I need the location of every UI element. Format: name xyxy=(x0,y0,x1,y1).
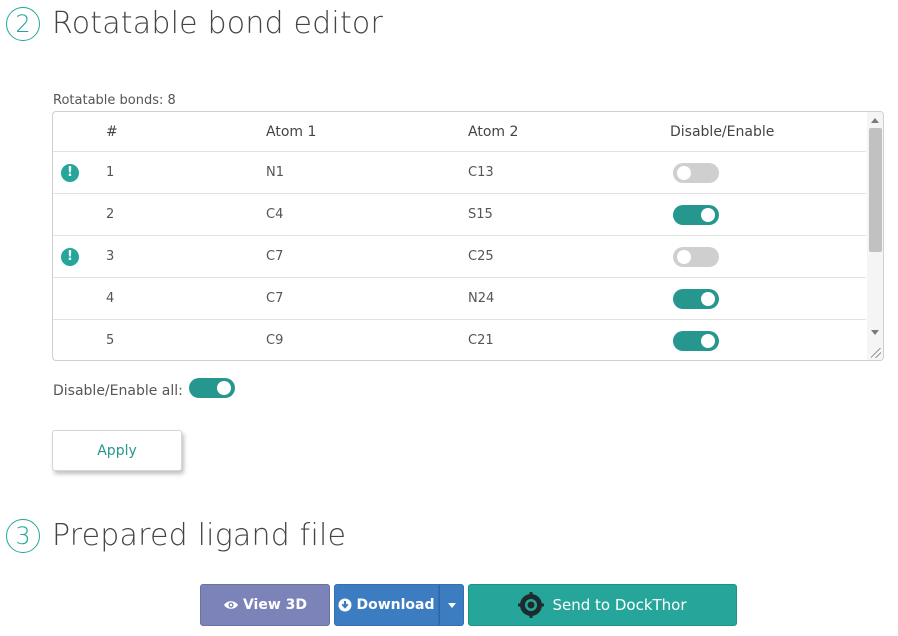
atom1-value: C7 xyxy=(266,291,284,306)
exclamation-circle-icon[interactable]: ! xyxy=(61,247,79,266)
toggle-cell xyxy=(673,278,719,319)
atom2-value: S15 xyxy=(468,207,493,222)
atom1-value: N1 xyxy=(266,165,284,180)
atom2-value: C25 xyxy=(468,249,494,264)
table-scrollbar[interactable] xyxy=(867,112,883,360)
warning-cell: ! xyxy=(61,236,79,277)
toggle-knob xyxy=(701,291,715,306)
atom2-value: N24 xyxy=(468,291,495,306)
atom2-value: C13 xyxy=(468,165,494,180)
atom1-value: C9 xyxy=(266,333,284,348)
header-atom2: Atom 2 xyxy=(468,123,519,140)
header-disable-enable: Disable/Enable xyxy=(670,123,775,140)
step-number-2: 2 xyxy=(6,6,40,41)
bond-toggle-switch[interactable] xyxy=(673,204,719,225)
toggle-knob xyxy=(677,249,691,264)
toggle-cell xyxy=(673,152,719,193)
dockthor-logo-icon xyxy=(518,592,545,618)
toggle-knob xyxy=(701,333,715,348)
table-row: 5 C9 C21 xyxy=(53,320,866,360)
download-dropdown-toggle[interactable] xyxy=(439,584,464,626)
bond-toggle-switch[interactable] xyxy=(673,288,719,309)
send-to-dockthor-button[interactable]: Send to DockThor xyxy=(468,584,737,626)
section-title: Rotatable bond editor xyxy=(52,6,383,41)
scroll-thumb[interactable] xyxy=(869,128,882,252)
table-row: 4 C7 N24 xyxy=(53,278,866,320)
toggle-all-row: Disable/Enable all: xyxy=(53,378,235,399)
section-prepared-ligand-file: 3 Prepared ligand file xyxy=(6,518,346,553)
bond-number: 1 xyxy=(106,165,115,180)
bond-number: 3 xyxy=(106,249,115,264)
scroll-down-arrow-icon[interactable] xyxy=(871,330,879,335)
bond-toggle-switch[interactable] xyxy=(673,246,719,267)
download-label: Download xyxy=(356,597,435,613)
atom1-value: C7 xyxy=(266,249,284,264)
resize-grip-icon[interactable] xyxy=(871,348,881,358)
table-row: ! 3 C7 C25 xyxy=(53,236,866,278)
caret-down-icon xyxy=(447,602,456,608)
toggle-cell xyxy=(673,194,719,235)
bond-toggle-switch[interactable] xyxy=(673,330,719,351)
bond-number: 4 xyxy=(106,291,115,306)
toggle-all-switch[interactable] xyxy=(188,378,235,398)
send-to-dockthor-label: Send to DockThor xyxy=(552,596,687,614)
bond-number: 5 xyxy=(106,333,115,348)
section-rotatable-bond-editor: 2 Rotatable bond editor xyxy=(6,6,383,41)
bond-toggle-switch[interactable] xyxy=(673,162,719,183)
toggle-knob xyxy=(216,381,231,395)
table-row: ! 1 N1 C13 xyxy=(53,152,866,194)
table-row: 2 C4 S15 xyxy=(53,194,866,236)
exclamation-circle-icon[interactable]: ! xyxy=(61,163,79,182)
view-3d-label: View 3D xyxy=(242,597,308,613)
rotatable-bonds-count: Rotatable bonds: 8 xyxy=(53,93,176,108)
bond-table: # Atom 1 Atom 2 Disable/Enable ! 1 N1 C13 2 C… xyxy=(52,111,884,361)
bond-number: 2 xyxy=(106,207,115,222)
atom1-value: C4 xyxy=(266,207,284,222)
toggle-knob xyxy=(701,207,715,222)
scroll-up-arrow-icon[interactable] xyxy=(871,118,879,123)
view-3d-button[interactable]: View 3D xyxy=(200,584,330,626)
atom2-value: C21 xyxy=(468,333,494,348)
table-header-row: # Atom 1 Atom 2 Disable/Enable xyxy=(53,112,866,152)
download-circle-icon xyxy=(338,598,352,612)
toggle-knob xyxy=(677,165,691,180)
apply-button[interactable]: Apply xyxy=(52,430,182,471)
section-title: Prepared ligand file xyxy=(52,518,347,553)
toggle-cell xyxy=(673,320,719,360)
toggle-all-label: Disable/Enable all: xyxy=(53,383,183,399)
step-number-3: 3 xyxy=(6,518,40,553)
toggle-cell xyxy=(673,236,719,277)
header-number: # xyxy=(106,123,118,140)
download-button[interactable]: Download xyxy=(334,584,439,626)
warning-cell: ! xyxy=(61,152,79,193)
eye-icon xyxy=(223,599,239,611)
header-atom1: Atom 1 xyxy=(266,123,317,140)
